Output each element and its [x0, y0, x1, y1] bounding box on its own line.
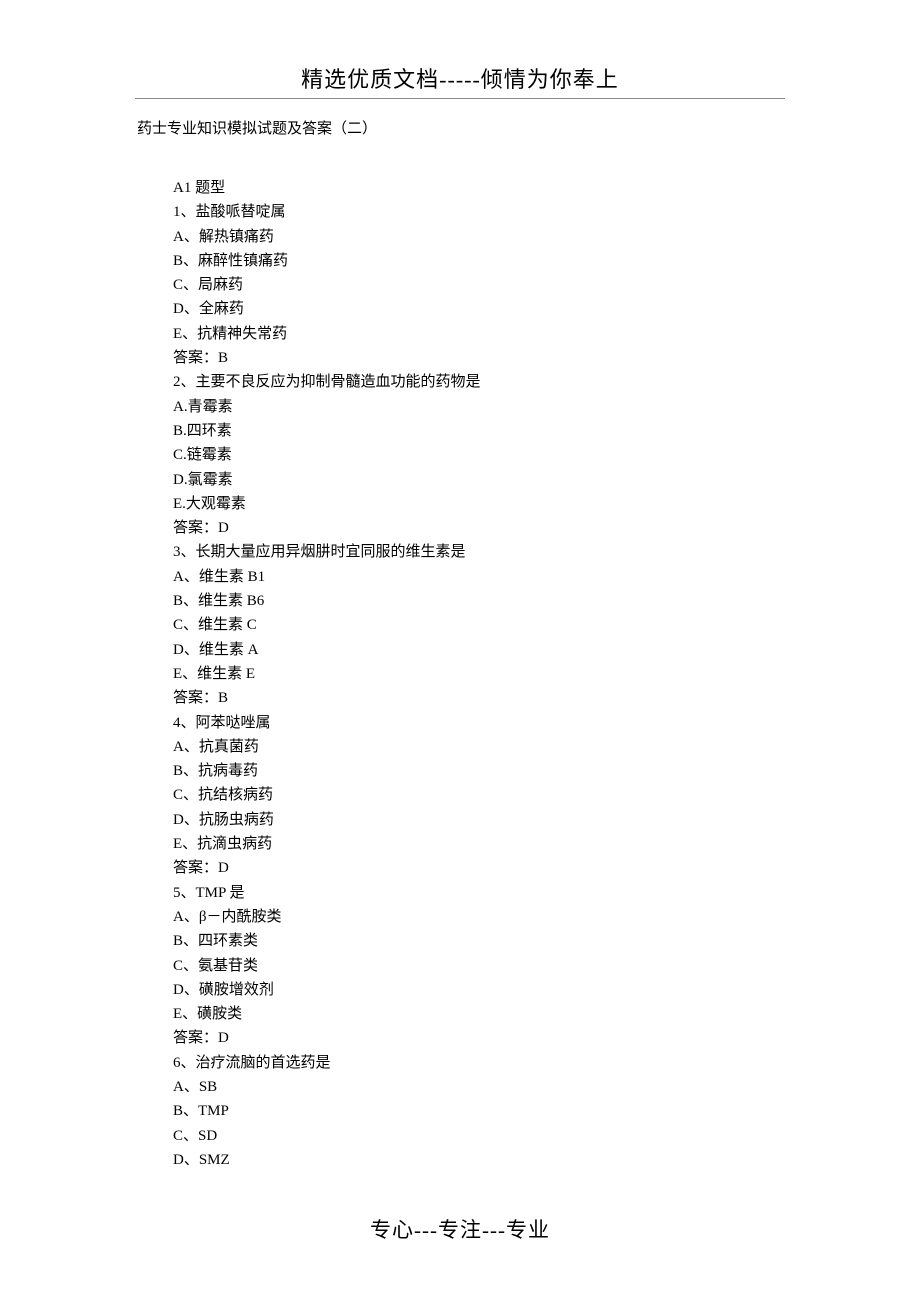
question-text: 长期大量应用异烟肼时宜同服的维生素是 — [196, 544, 466, 560]
option: C、氨基苷类 — [173, 954, 785, 978]
question-number: 2、 — [173, 374, 196, 390]
question-text: 主要不良反应为抑制骨髓造血功能的药物是 — [196, 374, 481, 390]
option: E、抗滴虫病药 — [173, 832, 785, 856]
document-title: 药士专业知识模拟试题及答案（二） — [137, 117, 785, 138]
answer: 答案：B — [173, 686, 785, 710]
option: D、SMZ — [173, 1148, 785, 1172]
option: E、磺胺类 — [173, 1002, 785, 1026]
option: C.链霉素 — [173, 443, 785, 467]
question-number: 6、 — [173, 1055, 196, 1071]
option: D、抗肠虫病药 — [173, 808, 785, 832]
option: B.四环素 — [173, 419, 785, 443]
option: A、解热镇痛药 — [173, 225, 785, 249]
option: A、SB — [173, 1075, 785, 1099]
option: E、抗精神失常药 — [173, 322, 785, 346]
question-number: 4、 — [173, 715, 196, 731]
option: A、β－内酰胺类 — [173, 905, 785, 929]
question-number: 1、 — [173, 204, 196, 220]
content-body: A1 题型 1、盐酸哌替啶属 A、解热镇痛药 B、麻醉性镇痛药 C、局麻药 D、… — [135, 176, 785, 1172]
question-number: 3、 — [173, 544, 196, 560]
option: E.大观霉素 — [173, 492, 785, 516]
option: B、麻醉性镇痛药 — [173, 249, 785, 273]
option: C、局麻药 — [173, 273, 785, 297]
question-stem: 1、盐酸哌替啶属 — [173, 200, 785, 224]
question-text: 盐酸哌替啶属 — [196, 204, 286, 220]
question-text: 阿苯哒唑属 — [196, 715, 271, 731]
header-divider — [135, 98, 785, 99]
option: B、四环素类 — [173, 929, 785, 953]
option: A、抗真菌药 — [173, 735, 785, 759]
option: D.氯霉素 — [173, 468, 785, 492]
answer: 答案：B — [173, 346, 785, 370]
answer: 答案：D — [173, 516, 785, 540]
option: C、抗结核病药 — [173, 783, 785, 807]
section-label: A1 题型 — [173, 176, 785, 200]
question-text: TMP 是 — [196, 885, 245, 901]
question-stem: 2、主要不良反应为抑制骨髓造血功能的药物是 — [173, 370, 785, 394]
option: A.青霉素 — [173, 395, 785, 419]
option: E、维生素 E — [173, 662, 785, 686]
option: B、维生素 B6 — [173, 589, 785, 613]
answer: 答案：D — [173, 856, 785, 880]
question-stem: 6、治疗流脑的首选药是 — [173, 1051, 785, 1075]
question-stem: 3、长期大量应用异烟肼时宜同服的维生素是 — [173, 540, 785, 564]
question-stem: 5、TMP 是 — [173, 881, 785, 905]
page-footer: 专心---专注---专业 — [0, 1214, 920, 1244]
option: D、维生素 A — [173, 638, 785, 662]
page-header: 精选优质文档-----倾情为你奉上 — [135, 62, 785, 98]
option: C、SD — [173, 1124, 785, 1148]
option: C、维生素 C — [173, 613, 785, 637]
question-text: 治疗流脑的首选药是 — [196, 1055, 331, 1071]
option: D、全麻药 — [173, 297, 785, 321]
option: A、维生素 B1 — [173, 565, 785, 589]
option: B、抗病毒药 — [173, 759, 785, 783]
option: B、TMP — [173, 1099, 785, 1123]
option: D、磺胺增效剂 — [173, 978, 785, 1002]
question-number: 5、 — [173, 885, 196, 901]
document-page: 精选优质文档-----倾情为你奉上 药士专业知识模拟试题及答案（二） A1 题型… — [0, 0, 920, 1212]
answer: 答案：D — [173, 1026, 785, 1050]
question-stem: 4、阿苯哒唑属 — [173, 711, 785, 735]
